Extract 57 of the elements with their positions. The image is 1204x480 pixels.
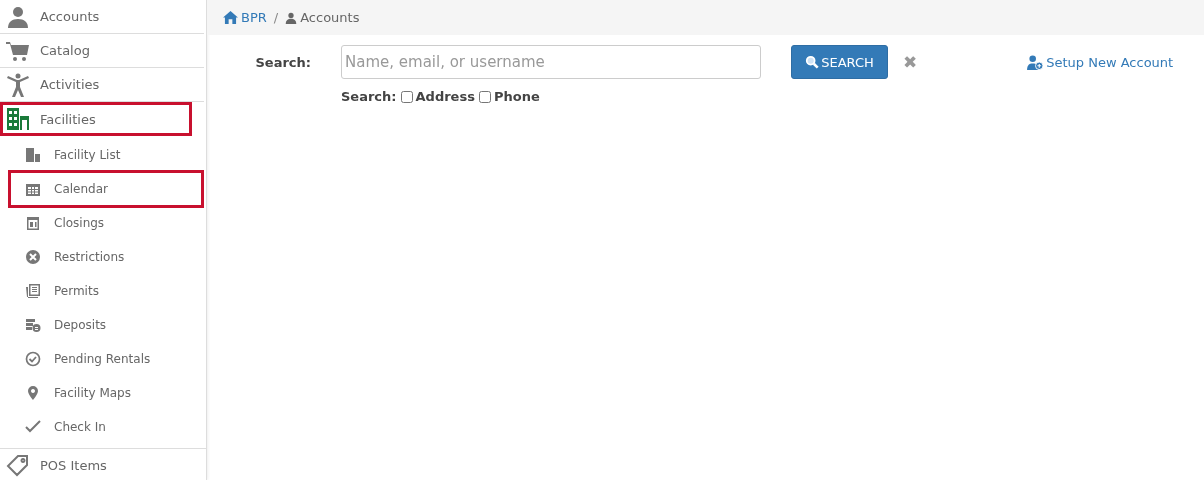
submenu-item[interactable]: Calendar — [8, 170, 204, 208]
building-icon — [25, 147, 41, 163]
submenu-label: Restrictions — [54, 250, 125, 264]
breadcrumb-current: Accounts — [300, 10, 360, 25]
x-circle-icon — [25, 249, 41, 265]
sidebar-label: Catalog — [40, 43, 90, 58]
submenu-item[interactable]: Closings — [0, 206, 206, 240]
breadcrumb-link[interactable]: BPR — [241, 10, 267, 25]
setup-account-link[interactable]: Setup New Account — [1027, 54, 1174, 70]
building-icon — [6, 107, 30, 131]
sidebar-label: POS Items — [40, 458, 107, 473]
submenu-label: Pending Rentals — [54, 352, 151, 366]
sidebar-label: Activities — [40, 77, 100, 92]
submenu-item[interactable]: Check In — [0, 410, 206, 444]
sidebar-item[interactable]: Catalog — [0, 34, 204, 68]
search-options-label: Search: — [341, 89, 397, 104]
coins-icon — [25, 317, 41, 333]
submenu-label: Closings — [54, 216, 105, 230]
search-icon — [805, 55, 820, 69]
search-label: Search: — [254, 54, 311, 70]
submenu-item[interactable]: Facility Maps — [0, 376, 206, 410]
document-icon — [25, 283, 41, 299]
sidebar-label: Accounts — [40, 9, 100, 24]
submenu-item[interactable]: Restrictions — [0, 240, 206, 274]
person-icon — [285, 11, 298, 24]
sidebar-label: Facilities — [40, 111, 96, 127]
check-icon — [25, 419, 41, 435]
figure-icon — [6, 72, 30, 97]
add-person-icon — [1027, 54, 1045, 70]
submenu-label: Deposits — [54, 318, 107, 332]
sidebar-item[interactable]: POS Items — [0, 449, 204, 480]
tag-icon — [6, 453, 30, 478]
calendar-icon — [25, 215, 41, 231]
checkbox[interactable] — [400, 90, 413, 103]
sidebar-item[interactable]: Activities — [0, 68, 204, 102]
sidebar-item[interactable]: Facilities — [0, 102, 192, 136]
check-circle-icon — [25, 351, 41, 367]
search-button[interactable]: SEARCH — [791, 45, 888, 79]
calendar-icon — [25, 181, 41, 197]
checkbox-label: Phone — [493, 89, 540, 104]
checkbox-label: Address — [415, 89, 475, 104]
sidebar-item[interactable]: Accounts — [0, 0, 204, 34]
submenu-label: Facility List — [54, 148, 121, 162]
submenu-label: Calendar — [54, 182, 108, 196]
submenu-label: Permits — [54, 284, 99, 298]
submenu-label: Check In — [54, 420, 106, 434]
breadcrumb-separator: / — [273, 10, 279, 25]
home-icon — [223, 11, 238, 24]
submenu-item[interactable]: Deposits — [0, 308, 206, 342]
checkbox[interactable] — [478, 90, 491, 103]
submenu-item[interactable]: Pending Rentals — [0, 342, 206, 376]
submenu-item[interactable]: Facility List — [0, 138, 206, 172]
search-field[interactable]: Name, email, or username — [341, 45, 761, 79]
submenu-item[interactable]: Permits — [0, 274, 206, 308]
person-icon — [6, 4, 30, 29]
pin-icon — [25, 385, 41, 401]
submenu-label: Facility Maps — [54, 386, 131, 400]
